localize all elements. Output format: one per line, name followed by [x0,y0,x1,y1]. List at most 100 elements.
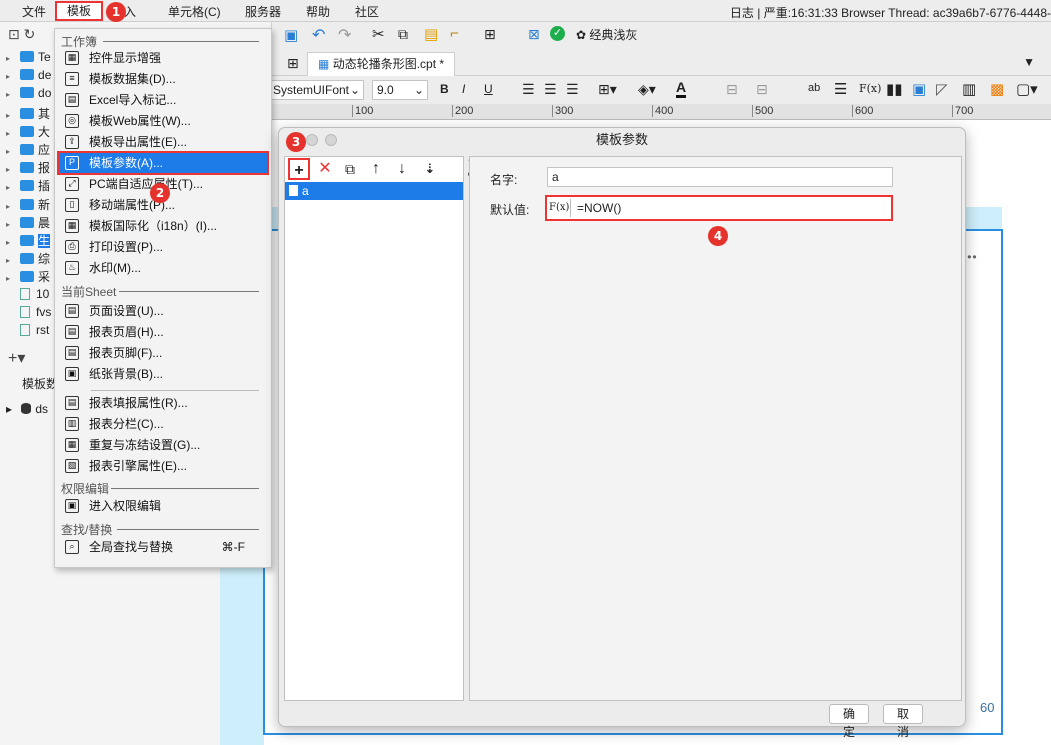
check-icon[interactable]: ✓ [550,26,565,41]
align-center-icon[interactable]: ☰ [544,81,557,98]
tree-item[interactable]: ▸ do [6,86,51,104]
tree-item[interactable]: rst [6,323,49,341]
menu-item-icon: ⌕ [65,540,79,554]
insert-text-icon[interactable]: ⊞ [484,26,496,43]
grid-icon[interactable]: ⊞ [287,55,299,72]
tree-item[interactable]: ▸ 采 [6,268,50,286]
menu-cell[interactable]: 单元格(C) [168,3,221,20]
tree-item[interactable]: ▸ de [6,68,51,86]
align-right-icon[interactable]: ☰ [566,81,579,98]
new-folder-icon[interactable]: ⊡ ↻ [8,26,48,42]
folder-icon [20,271,35,283]
text-cell-icon[interactable]: ab [808,82,820,94]
cut-icon[interactable]: ✂ [372,25,385,43]
default-value-field[interactable]: F(x) =NOW() [545,195,893,221]
cell-attr-icon[interactable]: ▢▾ [1016,80,1038,98]
chevron-right-icon: ▸ [6,201,11,211]
unmerge-icon[interactable]: ⊟ [756,81,768,98]
tree-item[interactable]: ▸ 其 [6,105,50,123]
tree-item[interactable]: ▸ 大 [6,123,50,141]
menu-item-widget-display[interactable]: ▦ 控件显示增强 [59,48,267,68]
tab-template[interactable]: ▦ 动态轮播条形图.cpt * [307,52,456,76]
preview-icon[interactable]: ⊠ [528,26,540,43]
move-up-button[interactable]: ↑ [365,158,387,180]
move-down-button[interactable]: ↓ [391,158,413,180]
menu-item-columns[interactable]: ▥ 报表分栏(C)... [59,414,267,434]
italic-button[interactable]: I [462,82,465,96]
menu-item-print-settings[interactable]: ⎙ 打印设置(P)... [59,237,267,257]
menu-template[interactable]: 模板 [55,1,103,21]
menu-item-permission-edit[interactable]: ▣ 进入权限编辑 [59,496,267,516]
menu-help[interactable]: 帮助 [306,3,330,20]
delete-parameter-button[interactable]: ✕ [314,158,336,180]
menu-item-web-attr[interactable]: ◎ 模板Web属性(W)... [59,111,267,131]
menu-file[interactable]: 文件 [22,3,46,20]
menu-item-export-attr[interactable]: ⇪ 模板导出属性(E)... [59,132,267,152]
file-icon [20,287,30,300]
paste-icon[interactable]: ▤ [424,25,438,43]
dataset-item[interactable]: ▸ ds [6,402,48,416]
menu-item-watermark[interactable]: ♨ 水印(M)... [59,258,267,278]
tree-item[interactable]: ▸ 插 [6,177,50,195]
menu-item-i18n[interactable]: ▦ 模板国际化（i18n）(I)... [59,216,267,236]
default-value-input[interactable]: =NOW() [577,201,621,215]
undo-icon[interactable]: ↶ [312,25,325,45]
sort-button[interactable]: ⇣ [419,158,441,180]
menu-item-datasets[interactable]: ≡ 模板数据集(D)... [59,69,267,89]
tree-item[interactable]: ▸ 晨 [6,214,50,232]
menu-item-footer[interactable]: ▤ 报表页脚(F)... [59,343,267,363]
ok-button[interactable]: 确定 [829,704,869,739]
bold-button[interactable]: B [440,82,449,96]
menu-item-template-params[interactable]: P 模板参数(A)... [57,151,269,175]
menu-item-fill-attr[interactable]: ▤ 报表填报属性(R)... [59,393,267,413]
tree-item[interactable]: 10 [6,287,49,305]
underline-button[interactable]: U [484,82,493,96]
border-icon[interactable]: ⊞▾ [598,81,617,98]
widget-icon[interactable]: ▩ [990,80,1004,98]
image-icon[interactable]: ▣ [912,80,926,98]
tree-item[interactable]: ▸ 应 [6,141,50,159]
font-size-select[interactable]: 9.0 ⌄ [372,80,428,100]
menu-item-freeze[interactable]: ▦ 重复与冻结设置(G)... [59,435,267,455]
save-icon[interactable]: ▣ [284,26,298,44]
tree-item[interactable]: ▸ Te [6,50,51,68]
slash-icon[interactable]: ◸ [936,80,948,98]
menu-item-excel-import[interactable]: ▤ Excel导入标记... [59,90,267,110]
parameter-item-a[interactable]: a [285,182,463,200]
menu-item-engine-attr[interactable]: ▧ 报表引擎属性(E)... [59,456,267,476]
menu-item-page-setup[interactable]: ▤ 页面设置(U)... [59,301,267,321]
copy-parameter-button[interactable]: ⧉ [339,158,361,180]
tab-menu-icon[interactable]: ▼ [1023,55,1035,69]
menu-item-icon: ▯ [65,198,79,212]
menu-server[interactable]: 服务器 [245,3,281,20]
add-parameter-button[interactable]: + [288,158,310,180]
tree-item[interactable]: ▸ 报 [6,159,50,177]
copy-icon[interactable]: ⧉ [398,26,408,43]
merge-icon[interactable]: ⊟ [726,81,738,98]
cancel-button[interactable]: 取消 [883,704,923,739]
chart-icon[interactable]: ▮▮ [886,80,903,98]
tree-item[interactable]: fvs [6,305,51,323]
format-painter-icon[interactable]: ⌐ [450,25,459,42]
menu-item-header[interactable]: ▤ 报表页眉(H)... [59,322,267,342]
subreport-icon[interactable]: ▥ [962,80,976,98]
rich-text-icon[interactable]: ☰ [834,80,847,98]
add-dataset-icon[interactable]: +▾ [8,348,25,368]
shortcut-label: ⌘-F [221,540,245,554]
menu-community[interactable]: 社区 [355,3,379,20]
font-color-icon[interactable]: A [676,79,687,98]
tree-item-label: 生 [38,234,51,248]
fill-color-icon[interactable]: ◈▾ [638,81,656,98]
tree-item[interactable]: ▸ 生 [6,232,51,250]
align-left-icon[interactable]: ☰ [522,81,535,98]
menu-item-paper-bg[interactable]: ▣ 纸张背景(B)... [59,364,267,384]
font-family-select[interactable]: SystemUIFont ⌄ [268,80,364,100]
formula-icon[interactable]: F(x) [549,199,571,217]
tree-item[interactable]: ▸ 新 [6,196,50,214]
theme-selector[interactable]: ✿ 经典浅灰 [576,26,637,43]
redo-icon[interactable]: ↷ [338,25,351,45]
menu-item-find-replace[interactable]: ⌕ 全局查找与替换 ⌘-F [59,537,267,557]
tree-item[interactable]: ▸ 综 [6,250,50,268]
formula-cell-icon[interactable]: F(x) [859,82,881,95]
name-input[interactable]: a [547,167,893,187]
